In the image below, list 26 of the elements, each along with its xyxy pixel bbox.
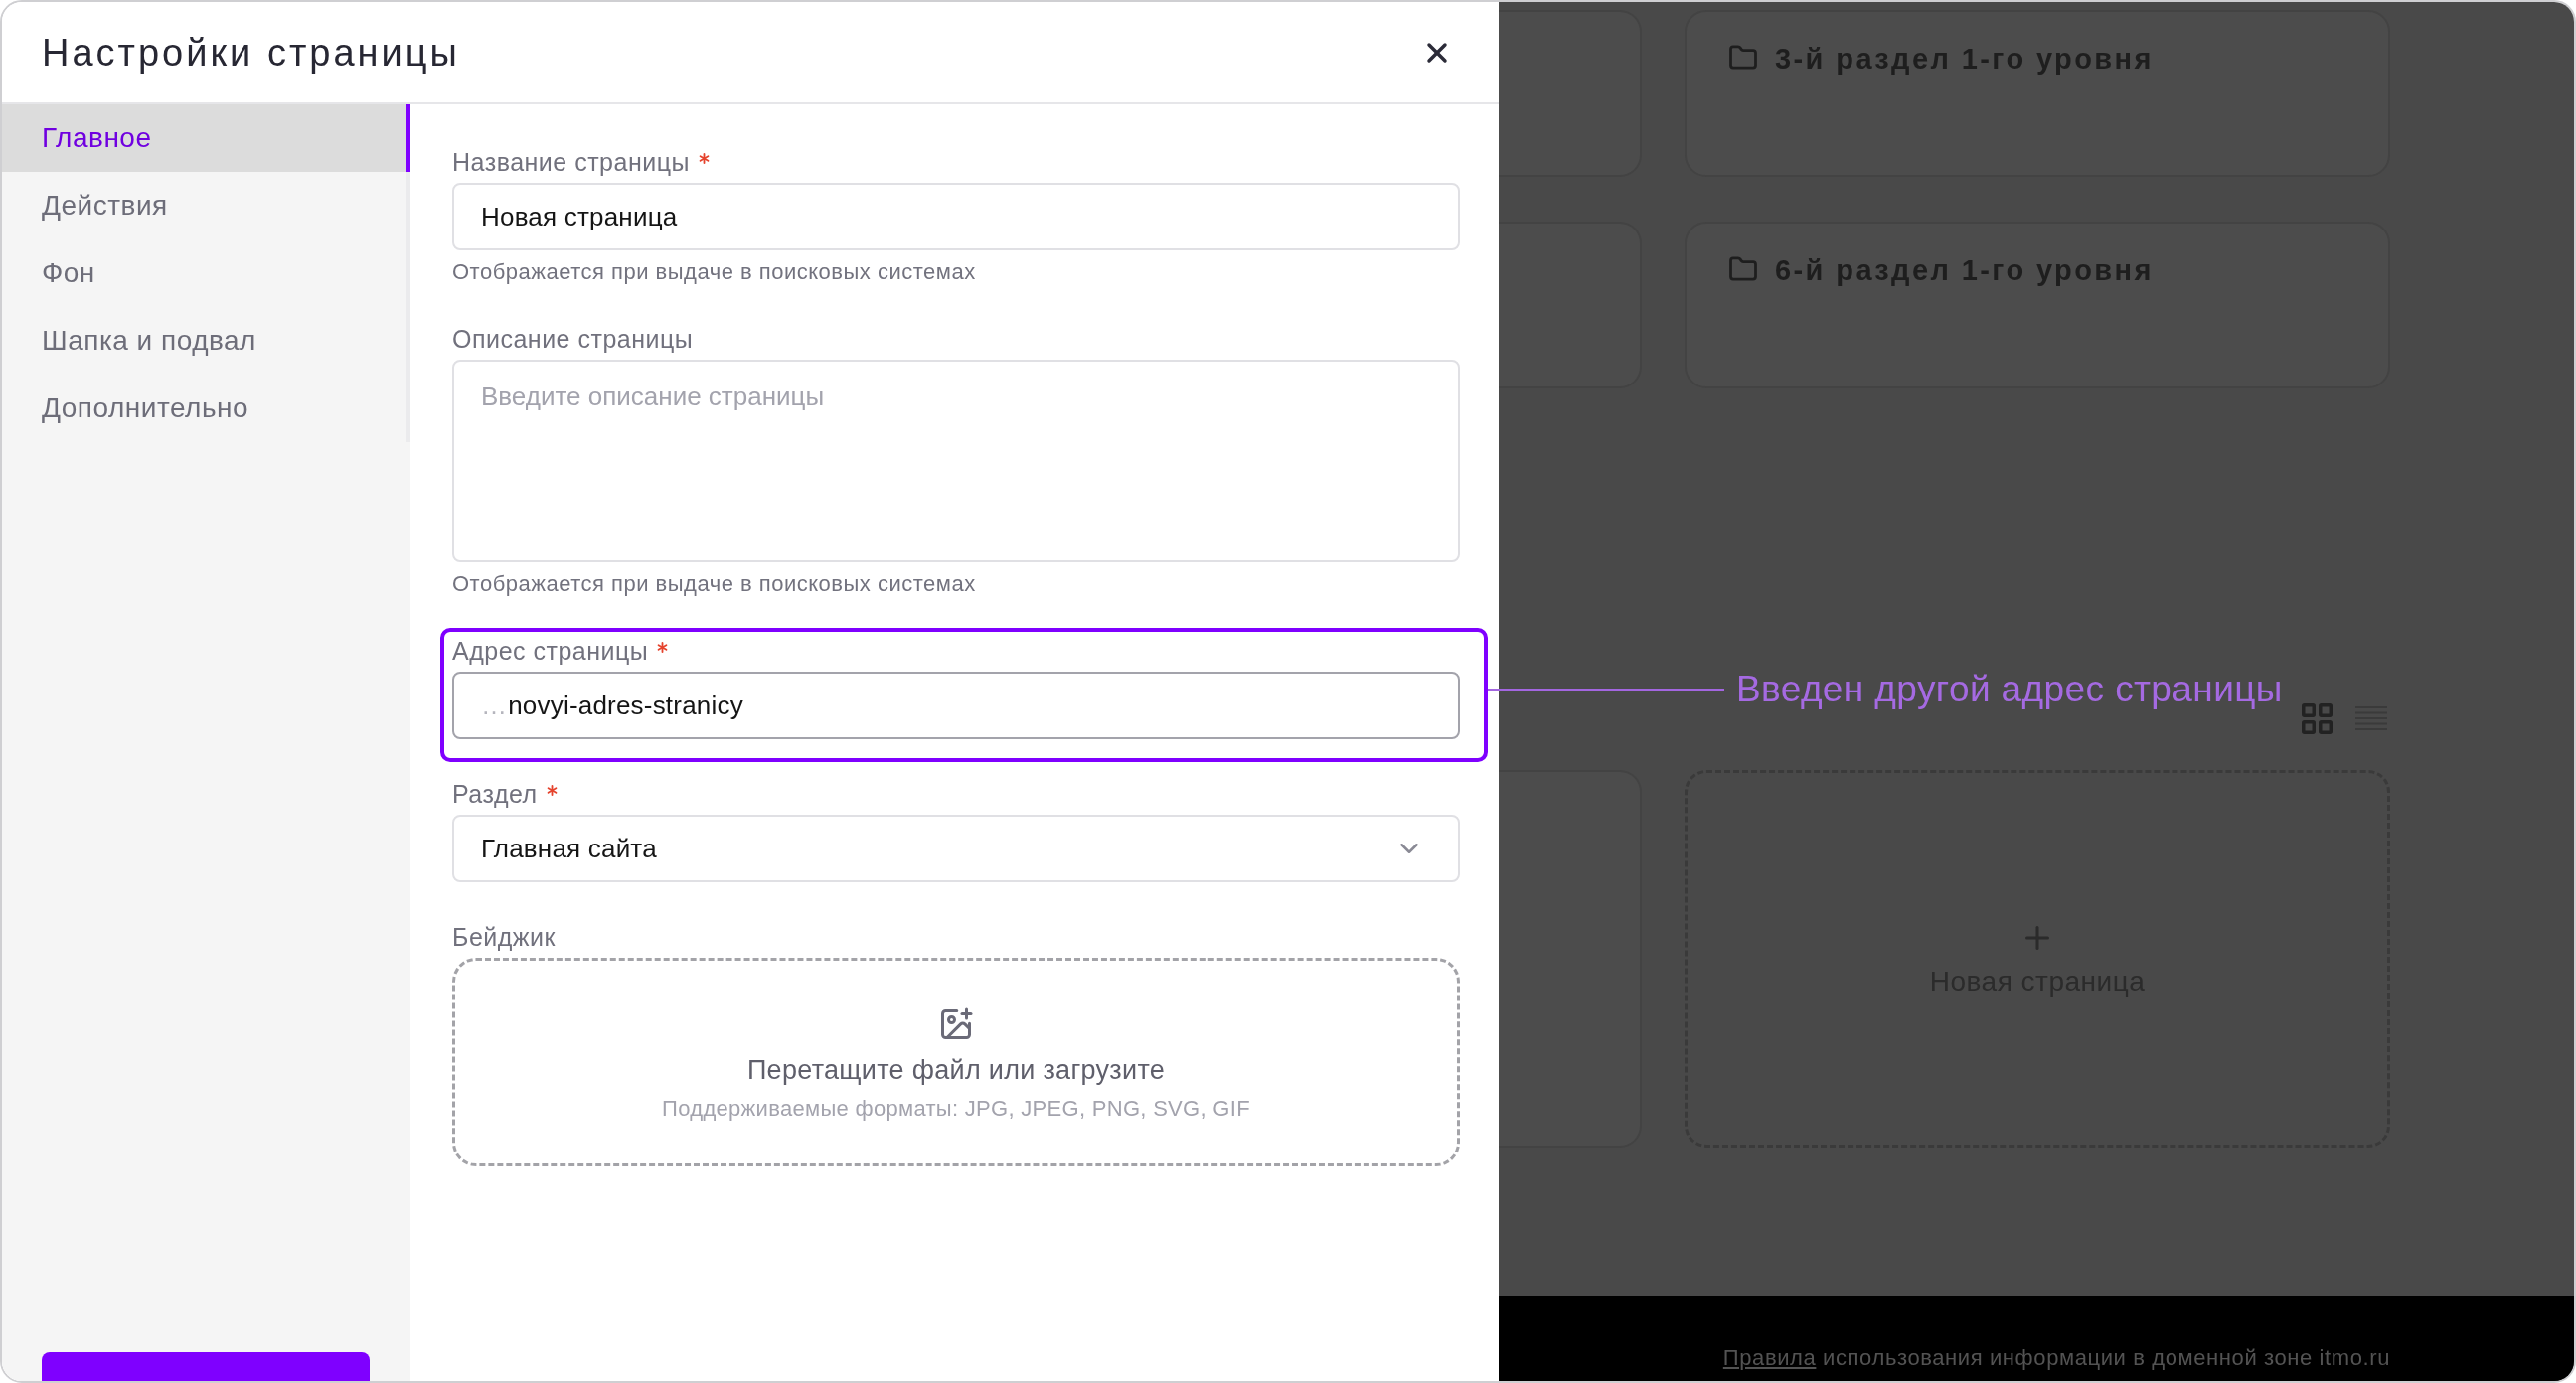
rules-link[interactable]: Правила xyxy=(1722,1345,1817,1370)
sidebar-item[interactable]: Шапка и подвал xyxy=(2,307,410,375)
select-field[interactable]: Главная сайта xyxy=(452,815,1460,882)
annotation-text: Введен другой адрес страницы xyxy=(1736,670,2283,709)
sidebar-item[interactable]: Главное xyxy=(2,104,410,172)
grid-view-icon[interactable] xyxy=(2302,703,2333,734)
formats-text: Поддерживаемые форматы: JPG, JPEG, PNG, SVG, GIF xyxy=(662,1096,1250,1122)
sidebar-item[interactable]: Действия xyxy=(2,172,410,239)
upload-dropzone[interactable]: Перетащите файл или загрузите Поддерживаемые форматы: JPG, JPEG, PNG, SVG, GIF xyxy=(452,958,1460,1166)
input-field[interactable]: …novyi-adres-stranicy xyxy=(452,672,1460,739)
sidebar-item[interactable]: Дополнительно xyxy=(2,375,410,442)
field-label: Название страницы xyxy=(452,147,690,177)
textarea-field[interactable]: Введите описание страницы xyxy=(452,360,1460,562)
hint-text: Отображается при выдаче в поисковых системах xyxy=(452,260,977,284)
panel-title: Настройки страницы xyxy=(42,30,460,76)
field-label: Раздел xyxy=(452,779,538,809)
field-label: Описание страницы xyxy=(452,324,694,354)
field-label: Бейджик xyxy=(452,922,556,952)
upload-hint-text: Перетащите файл или загрузите xyxy=(746,1054,1166,1086)
image-add-icon xyxy=(938,1006,974,1042)
hint-text: Отображается при выдаче в поисковых системах xyxy=(452,572,977,596)
footer-text: Правила использования информации в доменной зоне itmo.ru xyxy=(1722,1345,2390,1371)
field-label: Адрес страницы xyxy=(452,636,649,666)
sidebar-item[interactable]: Фон xyxy=(2,239,410,307)
primary-button[interactable] xyxy=(42,1352,370,1381)
input-field[interactable]: Новая страница xyxy=(452,183,1460,250)
